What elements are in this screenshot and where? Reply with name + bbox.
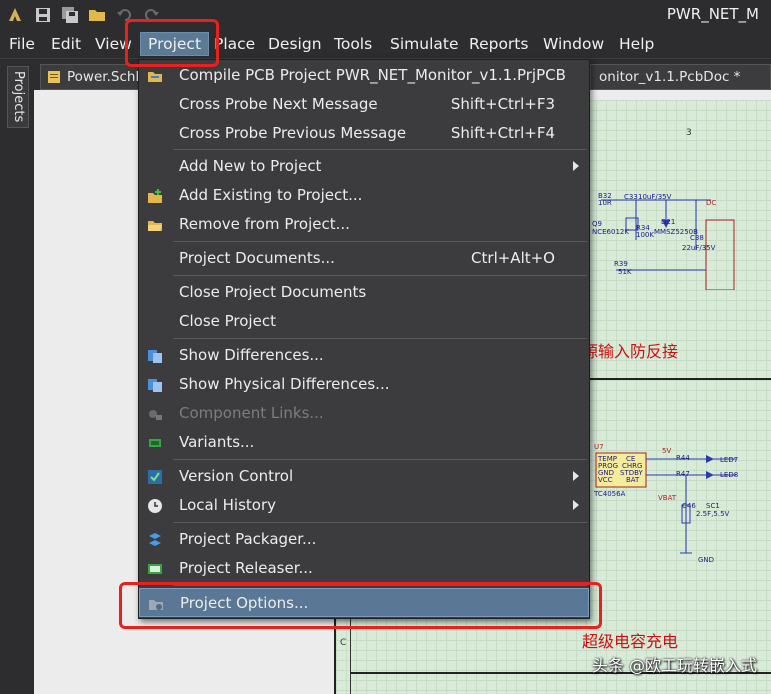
- schematic-doc-icon: [48, 71, 60, 83]
- part-label: Q9: [592, 220, 602, 228]
- menu-bar: File Edit View Project Place Design Tool…: [0, 30, 771, 59]
- tab-pcbdoc[interactable]: onitor_v1.1.PcbDoc *: [590, 64, 771, 90]
- menu-show-physical-differences[interactable]: Show Physical Differences...: [139, 370, 589, 399]
- projects-tab-label: Projects: [11, 71, 26, 123]
- menu-show-differences[interactable]: Show Differences...: [139, 341, 589, 370]
- part-label: R47: [676, 470, 690, 478]
- save-all-icon[interactable]: [61, 6, 79, 24]
- releaser-icon: [148, 564, 162, 574]
- open-folder-icon[interactable]: [88, 6, 106, 24]
- net-label: VBAT: [658, 494, 677, 502]
- submenu-arrow-icon: [573, 471, 579, 481]
- window-title: PWR_NET_M: [666, 5, 759, 23]
- title-bar: PWR_NET_M: [0, 0, 771, 30]
- menu-version-control[interactable]: Version Control: [139, 462, 589, 491]
- menu-separator: [173, 275, 587, 276]
- part-label: C33: [624, 193, 638, 201]
- annotation-highlight-project-menu: [125, 19, 219, 67]
- project-menu-dropdown: Compile PCB Project PWR_NET_Monitor_v1.1…: [138, 59, 590, 619]
- part-value: 10R: [598, 199, 612, 207]
- column-label: 3: [686, 128, 692, 138]
- menu-help[interactable]: Help: [619, 35, 654, 53]
- pin-label: VCC: [598, 476, 613, 484]
- menu-tools[interactable]: Tools: [334, 35, 372, 53]
- part-label: R44: [676, 454, 690, 462]
- part-label: U7: [594, 443, 604, 451]
- part-label: LED8: [720, 471, 739, 479]
- component-links-icon: [149, 410, 162, 420]
- part-label: D21: [661, 218, 676, 226]
- menu-simulate[interactable]: Simulate: [390, 35, 459, 53]
- menu-variants[interactable]: Variants...: [139, 428, 589, 457]
- add-existing-icon: [148, 189, 162, 203]
- menu-cross-probe-next[interactable]: Cross Probe Next Message Shift+Ctrl+F3: [139, 90, 589, 119]
- part-label: LED7: [720, 456, 739, 464]
- submenu-arrow-icon: [573, 500, 579, 510]
- menu-separator: [173, 522, 587, 523]
- tab-power-schdoc[interactable]: Power.SchDoc: [40, 64, 144, 90]
- part-label: DC: [706, 199, 717, 207]
- differences-icon: [148, 350, 162, 363]
- part-value: TC4056A: [594, 490, 626, 498]
- part-label: C46: [682, 502, 696, 510]
- net-label: GND: [698, 556, 715, 564]
- physical-differences-icon: [148, 379, 162, 392]
- menu-local-history[interactable]: Local History: [139, 491, 589, 520]
- part-value: 22uF/35V: [682, 244, 716, 252]
- part-value: 2.5F,5.5V: [696, 510, 730, 518]
- variants-icon: [149, 439, 161, 447]
- version-control-icon: [148, 470, 162, 484]
- submenu-arrow-icon: [573, 161, 579, 171]
- note-supercap-charging: 超级电容充电: [582, 632, 679, 651]
- row-label: C: [340, 638, 347, 648]
- remove-folder-icon: [148, 221, 162, 231]
- part-label: C38: [690, 234, 704, 242]
- packager-icon: [149, 533, 161, 546]
- menu-separator: [173, 241, 587, 242]
- menu-window[interactable]: Window: [543, 35, 604, 53]
- menu-project-releaser[interactable]: Project Releaser...: [139, 554, 589, 583]
- note-reverse-protection: 源输入防反接: [582, 342, 679, 361]
- part-value: NCE6012K: [592, 228, 629, 236]
- menu-separator: [173, 149, 587, 150]
- app-logo-icon: [9, 8, 21, 21]
- menu-project-packager[interactable]: Project Packager...: [139, 525, 589, 554]
- menu-edit[interactable]: Edit: [51, 35, 81, 53]
- menu-close-project[interactable]: Close Project: [139, 307, 589, 336]
- tab-label: onitor_v1.1.PcbDoc *: [599, 69, 741, 85]
- menu-separator: [173, 459, 587, 460]
- part-value: 51K: [618, 268, 632, 276]
- menu-close-project-documents[interactable]: Close Project Documents: [139, 278, 589, 307]
- net-label: 5V: [662, 447, 672, 455]
- menu-component-links: Component Links...: [139, 399, 589, 428]
- menu-add-existing-to-project[interactable]: Add Existing to Project...: [139, 181, 589, 210]
- part-value: 10uF/35V: [638, 193, 672, 201]
- tab-label: Power.SchDoc: [67, 69, 143, 85]
- menu-design[interactable]: Design: [268, 35, 322, 53]
- compile-icon: [148, 72, 162, 82]
- part-value: 100K: [636, 231, 654, 239]
- menu-reports[interactable]: Reports: [469, 35, 528, 53]
- menu-separator: [173, 338, 587, 339]
- menu-cross-probe-previous[interactable]: Cross Probe Previous Message Shift+Ctrl+…: [139, 119, 589, 148]
- clock-icon: [148, 499, 162, 513]
- menu-project-documents[interactable]: Project Documents... Ctrl+Alt+O: [139, 244, 589, 273]
- save-icon[interactable]: [34, 6, 52, 24]
- left-panel-strip: Projects: [0, 60, 34, 694]
- menu-add-new-to-project[interactable]: Add New to Project: [139, 152, 589, 181]
- menu-place[interactable]: Place: [214, 35, 255, 53]
- part-label: R39: [614, 260, 628, 268]
- part-label: SC1: [706, 502, 720, 510]
- watermark: 头条 @欧工玩转嵌入式: [591, 656, 757, 675]
- menu-remove-from-project[interactable]: Remove from Project...: [139, 210, 589, 239]
- pin-label: BAT: [626, 476, 640, 484]
- projects-panel-tab[interactable]: Projects: [7, 66, 29, 128]
- annotation-highlight-project-options: [119, 582, 602, 629]
- menu-file[interactable]: File: [9, 35, 35, 53]
